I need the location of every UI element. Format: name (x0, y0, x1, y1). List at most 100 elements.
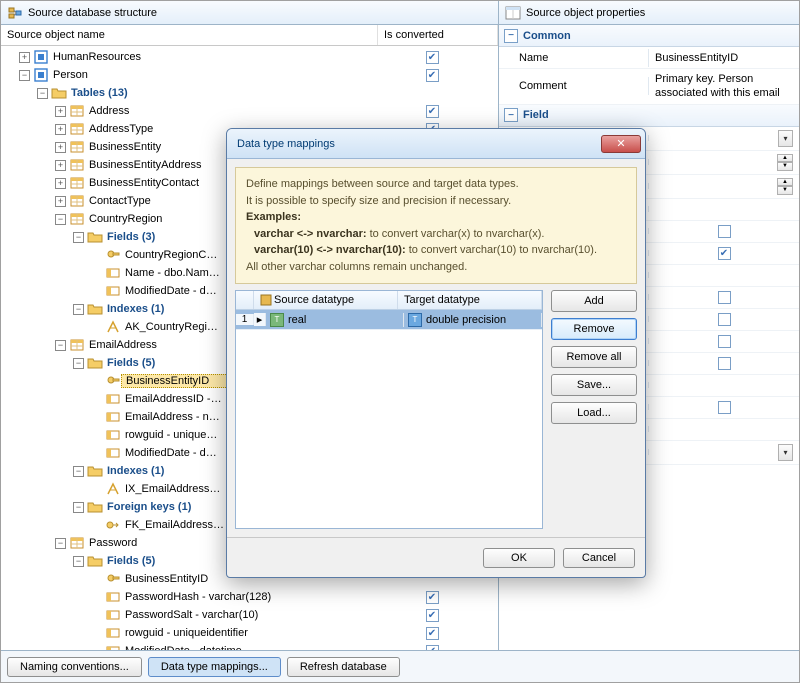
collapse-icon[interactable]: − (19, 70, 30, 81)
field-prop-value[interactable] (649, 398, 799, 417)
collapse-icon[interactable]: − (55, 340, 66, 351)
prop-comment-value[interactable]: Primary key. Person associated with this… (649, 69, 799, 104)
hint-ex1-rest: to convert varchar(x) to nvarchar(x). (370, 228, 545, 240)
mapping-grid[interactable]: Source datatype Target datatype 1▸TrealT… (235, 290, 543, 529)
add-button[interactable]: Add (551, 290, 637, 312)
index-icon (105, 481, 121, 497)
load-button[interactable]: Load... (551, 402, 637, 424)
collapse-icon[interactable]: − (55, 214, 66, 225)
collapse-icon[interactable]: − (504, 108, 518, 122)
folder-icon (87, 229, 103, 245)
is-converted-checkbox[interactable] (426, 51, 439, 64)
tree-label: Person (49, 69, 372, 81)
property-checkbox[interactable] (718, 247, 731, 260)
field-prop-value[interactable] (649, 222, 799, 241)
expand-icon[interactable]: + (55, 160, 66, 171)
expand-icon[interactable]: + (19, 52, 30, 63)
field-prop-value[interactable]: ▲▼ (649, 151, 799, 174)
expand-icon[interactable]: + (55, 178, 66, 189)
is-converted-checkbox[interactable] (426, 627, 439, 640)
data-type-mappings-dialog: Data type mappings ✕ Define mappings bet… (226, 128, 646, 578)
close-button[interactable]: ✕ (601, 135, 641, 153)
grid-header-source[interactable]: Source datatype (254, 291, 398, 309)
collapse-icon[interactable]: − (73, 358, 84, 369)
hint-examples-label: Examples: (246, 211, 301, 223)
property-checkbox[interactable] (718, 291, 731, 304)
collapse-icon[interactable]: − (73, 556, 84, 567)
grid-header-target[interactable]: Target datatype (398, 291, 542, 309)
field-prop-value[interactable] (649, 206, 799, 212)
dropdown-button[interactable]: ▾ (778, 130, 793, 147)
tree-row[interactable]: ModifiedDate - datetime (1, 642, 498, 650)
field-prop-value[interactable]: ▲▼ (649, 175, 799, 198)
tree-row[interactable]: − Person (1, 66, 498, 84)
property-checkbox[interactable] (718, 335, 731, 348)
col-source-object-name[interactable]: Source object name (1, 25, 378, 45)
collapse-icon[interactable]: − (73, 466, 84, 477)
field-prop-value[interactable]: ▾ (649, 441, 799, 464)
field-prop-value[interactable] (649, 426, 799, 432)
dialog-titlebar[interactable]: Data type mappings ✕ (227, 129, 645, 159)
collapse-icon[interactable]: − (504, 29, 518, 43)
ok-button[interactable]: OK (483, 548, 555, 568)
tree-row[interactable]: PasswordHash - varchar(128) (1, 588, 498, 606)
col-is-converted[interactable]: Is converted (378, 25, 498, 45)
cancel-button[interactable]: Cancel (563, 548, 635, 568)
remove-button[interactable]: Remove (551, 318, 637, 340)
refresh-database-button[interactable]: Refresh database (287, 657, 400, 677)
spin-buttons[interactable]: ▲▼ (777, 154, 793, 171)
field-prop-value[interactable] (649, 332, 799, 351)
tree-row[interactable]: rowguid - uniqueidentifier (1, 624, 498, 642)
schema-icon (33, 67, 49, 83)
expand-icon[interactable]: + (55, 142, 66, 153)
field-prop-value[interactable] (649, 310, 799, 329)
tree-row[interactable]: + Address (1, 102, 498, 120)
data-type-mappings-button[interactable]: Data type mappings... (148, 657, 281, 677)
tree-row[interactable]: +HumanResources (1, 48, 498, 66)
naming-conventions-button[interactable]: Naming conventions... (7, 657, 142, 677)
collapse-icon[interactable]: − (73, 502, 84, 513)
prop-name-value[interactable]: BusinessEntityID (649, 49, 799, 67)
folder-icon (87, 553, 103, 569)
collapse-icon[interactable]: − (73, 232, 84, 243)
is-converted-checkbox[interactable] (426, 69, 439, 82)
datatype-icon: T (270, 313, 284, 327)
tree-row[interactable]: PasswordSalt - varchar(10) (1, 606, 498, 624)
property-checkbox[interactable] (718, 225, 731, 238)
is-converted-checkbox[interactable] (426, 105, 439, 118)
tree-row[interactable]: −Tables (13) (1, 84, 498, 102)
expand-icon[interactable]: + (55, 106, 66, 117)
mapping-row[interactable]: 1▸TrealTdouble precision (236, 310, 542, 330)
hint-line-1: Define mappings between source and targe… (246, 176, 626, 193)
dropdown-button[interactable]: ▾ (778, 444, 793, 461)
grid-header: Source datatype Target datatype (236, 291, 542, 310)
field-prop-value[interactable] (649, 354, 799, 373)
field-prop-value[interactable] (649, 382, 799, 388)
field-prop-value[interactable]: ▾ (649, 127, 799, 150)
property-checkbox[interactable] (718, 357, 731, 370)
tree-label: Address (85, 105, 372, 117)
target-datatype-cell[interactable]: Tdouble precision (404, 313, 542, 327)
field-prop-value[interactable] (649, 272, 799, 278)
field-prop-value[interactable] (649, 244, 799, 263)
group-common-label: Common (523, 30, 571, 42)
save-button[interactable]: Save... (551, 374, 637, 396)
collapse-icon[interactable]: − (73, 304, 84, 315)
field-prop-value[interactable] (649, 288, 799, 307)
left-panel-header: Source database structure (1, 1, 498, 25)
expand-icon[interactable]: + (55, 124, 66, 135)
expand-icon[interactable]: + (55, 196, 66, 207)
remove-all-button[interactable]: Remove all (551, 346, 637, 368)
grid-header-num (236, 291, 254, 309)
is-converted-checkbox[interactable] (426, 591, 439, 604)
collapse-icon[interactable]: − (37, 88, 48, 99)
group-common[interactable]: − Common (499, 25, 799, 47)
property-checkbox[interactable] (718, 401, 731, 414)
group-field[interactable]: − Field (499, 105, 799, 127)
dialog-footer: OK Cancel (227, 537, 645, 577)
source-datatype-cell[interactable]: Treal (266, 313, 404, 327)
spin-buttons[interactable]: ▲▼ (777, 178, 793, 195)
property-checkbox[interactable] (718, 313, 731, 326)
collapse-icon[interactable]: − (55, 538, 66, 549)
is-converted-checkbox[interactable] (426, 609, 439, 622)
